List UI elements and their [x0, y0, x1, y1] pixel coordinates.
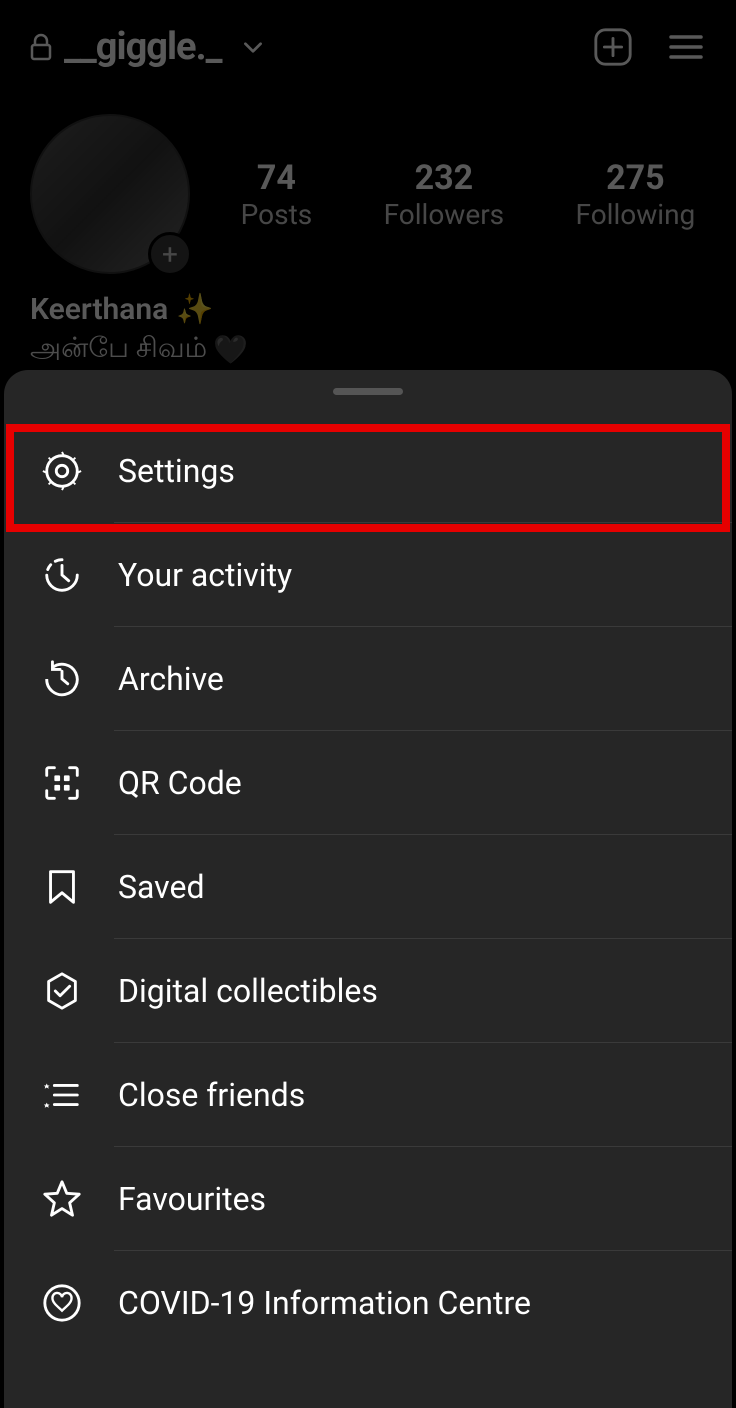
menu-item-saved[interactable]: Saved	[4, 835, 732, 939]
lock-icon	[30, 33, 52, 61]
bio-line: அன்பே சிவம்	[30, 331, 207, 368]
menu-label: QR Code	[118, 764, 242, 802]
avatar[interactable]: +	[30, 114, 190, 274]
following-stat[interactable]: 275 Following	[576, 158, 696, 231]
menu-item-qrcode[interactable]: QR Code	[4, 731, 732, 835]
activity-icon	[40, 553, 84, 597]
heart-circle-icon	[40, 1281, 84, 1325]
menu-label: Settings	[118, 452, 235, 490]
menu-item-favourites[interactable]: Favourites	[4, 1147, 732, 1251]
qr-icon	[40, 761, 84, 805]
archive-icon	[40, 657, 84, 701]
create-post-icon[interactable]	[592, 26, 634, 68]
sparkle-emoji: ✨	[176, 292, 213, 327]
menu-item-digital-collectibles[interactable]: Digital collectibles	[4, 939, 732, 1043]
menu-label: COVID-19 Information Centre	[118, 1284, 531, 1322]
chevron-down-icon[interactable]	[240, 34, 266, 60]
hamburger-menu-icon[interactable]	[666, 27, 706, 67]
sheet-handle[interactable]	[333, 388, 403, 395]
profile-stats-row: + 74 Posts 232 Followers 275 Following	[0, 114, 736, 274]
bio-section: Keerthana ✨ அன்பே சிவம் 🖤	[0, 274, 736, 368]
hexagon-check-icon	[40, 969, 84, 1013]
menu-item-activity[interactable]: Your activity	[4, 523, 732, 627]
menu-label: Close friends	[118, 1076, 305, 1114]
bookmark-icon	[40, 865, 84, 909]
menu-label: Archive	[118, 660, 224, 698]
followers-stat[interactable]: 232 Followers	[384, 158, 505, 231]
username[interactable]: __giggle._	[64, 25, 222, 69]
display-name: Keerthana	[30, 292, 168, 327]
close-friends-icon	[40, 1073, 84, 1117]
menu-label: Digital collectibles	[118, 972, 378, 1010]
menu-label: Favourites	[118, 1180, 266, 1218]
heart-emoji: 🖤	[213, 333, 248, 366]
menu-item-archive[interactable]: Archive	[4, 627, 732, 731]
menu-item-close-friends[interactable]: Close friends	[4, 1043, 732, 1147]
profile-header: __giggle._	[0, 0, 736, 94]
star-icon	[40, 1177, 84, 1221]
add-story-icon[interactable]: +	[148, 232, 192, 276]
menu-label: Saved	[118, 868, 204, 906]
menu-item-covid-info[interactable]: COVID-19 Information Centre	[4, 1251, 732, 1355]
posts-stat[interactable]: 74 Posts	[241, 158, 313, 231]
gear-icon	[40, 449, 84, 493]
menu-label: Your activity	[118, 556, 292, 594]
menu-item-settings[interactable]: Settings	[4, 419, 732, 523]
bottom-sheet: Settings Your activity Archive	[4, 370, 732, 1408]
